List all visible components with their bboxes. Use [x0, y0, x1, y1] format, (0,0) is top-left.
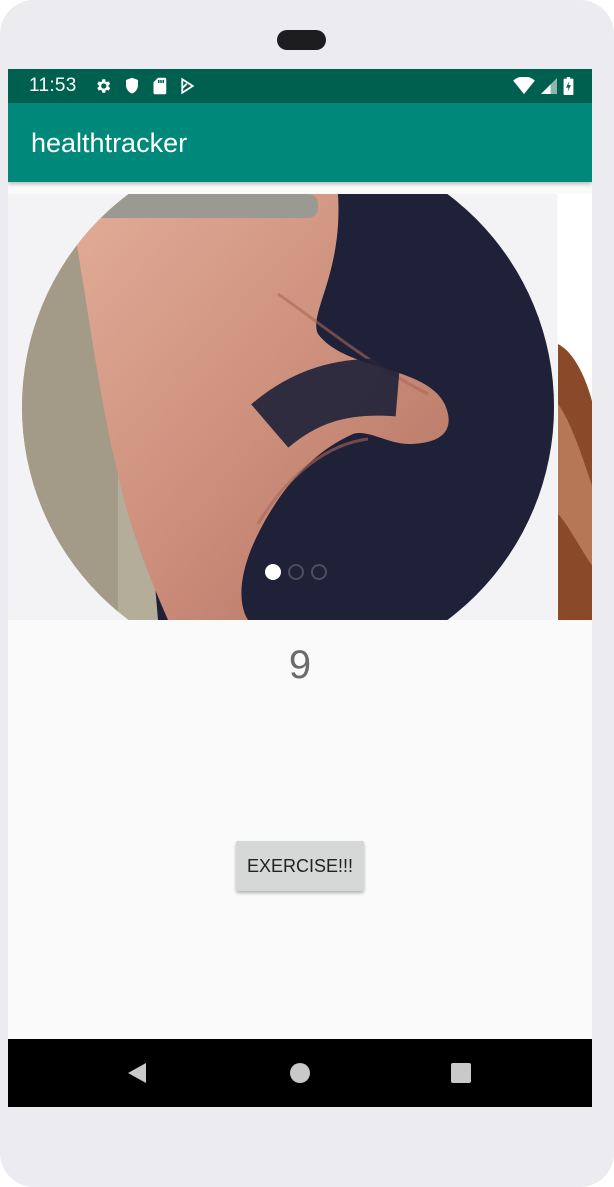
cellular-signal-icon: [541, 78, 557, 94]
back-button[interactable]: [107, 1039, 167, 1107]
shield-icon: [126, 77, 138, 94]
carousel-dot-1[interactable]: [265, 564, 281, 580]
battery-charging-icon: [563, 77, 574, 95]
status-time: 11:53: [29, 75, 77, 96]
screen: 11:53 healthtracker 9 EXERCISE!!!: [8, 69, 592, 1107]
wifi-icon: [513, 77, 535, 95]
carousel-dot-2[interactable]: [288, 564, 304, 580]
carousel-dot-3[interactable]: [311, 564, 327, 580]
image-carousel[interactable]: [8, 194, 592, 620]
sd-card-icon: [153, 77, 167, 95]
settings-icon: [97, 79, 111, 93]
status-icons-left: [94, 77, 196, 95]
status-icons-right: [513, 77, 574, 95]
home-icon: [290, 1063, 310, 1083]
recents-button[interactable]: [431, 1039, 491, 1107]
carousel-slide-active[interactable]: [8, 194, 557, 620]
app-title: healthtracker: [31, 128, 188, 158]
status-bar: 11:53: [8, 69, 592, 103]
carousel-indicators: [265, 564, 327, 580]
recents-icon: [451, 1063, 471, 1083]
device-frame: 11:53 healthtracker 9 EXERCISE!!!: [0, 0, 614, 1187]
hand-mudra-photo: [22, 194, 554, 620]
exercise-counter: 9: [288, 643, 312, 687]
home-button[interactable]: [270, 1039, 330, 1107]
play-protect-icon: [181, 77, 195, 95]
back-icon: [128, 1063, 146, 1083]
carousel-slide-next[interactable]: [558, 194, 592, 620]
hand-photo-partial: [558, 194, 592, 620]
device-speaker: [277, 30, 326, 50]
navigation-bar: [8, 1039, 592, 1107]
exercise-button[interactable]: EXERCISE!!!: [236, 841, 364, 891]
app-bar: healthtracker: [8, 103, 592, 182]
